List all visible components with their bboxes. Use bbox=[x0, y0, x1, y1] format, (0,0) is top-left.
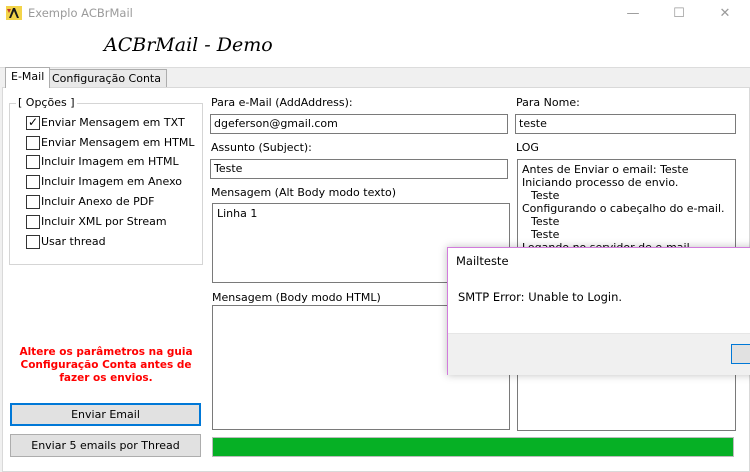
log-line: Teste bbox=[531, 189, 560, 202]
dialog-title: Mailteste bbox=[456, 254, 509, 268]
checkbox-box[interactable] bbox=[26, 175, 40, 189]
subject-label: Assunto (Subject): bbox=[211, 141, 312, 154]
subject-input[interactable]: Teste bbox=[210, 159, 508, 179]
send-email-button[interactable]: Enviar Email bbox=[10, 403, 201, 426]
dialog-footer bbox=[448, 333, 750, 375]
log-line: Antes de Enviar o email: Teste bbox=[522, 163, 689, 176]
checkbox-label: Usar thread bbox=[41, 235, 106, 248]
tab-email[interactable]: E-Mail bbox=[5, 67, 51, 88]
minimize-icon[interactable]: — bbox=[610, 0, 656, 27]
dialog-ok-button[interactable] bbox=[731, 344, 750, 364]
checkbox-box[interactable] bbox=[26, 136, 40, 150]
checkbox-box[interactable] bbox=[26, 195, 40, 209]
checkbox-box[interactable] bbox=[26, 215, 40, 229]
to-email-label: Para e-Mail (AddAddress): bbox=[211, 96, 353, 109]
checkbox-box[interactable]: ✓ bbox=[26, 115, 40, 130]
to-name-label: Para Nome: bbox=[516, 96, 580, 109]
alt-body-text: Linha 1 bbox=[217, 207, 258, 220]
log-line: Configurando o cabeçalho do e-mail. bbox=[522, 202, 725, 215]
checkbox-label: Incluir XML por Stream bbox=[41, 215, 167, 228]
alt-body-label: Mensagem (Alt Body modo texto) bbox=[211, 186, 396, 199]
checkbox-label: Incluir Imagem em HTML bbox=[41, 155, 179, 168]
config-warning-text: Altere os parâmetros na guia Configuraçã… bbox=[19, 346, 193, 384]
checkbox-label: Enviar Mensagem em TXT bbox=[41, 116, 185, 129]
page-title: ACBrMail - Demo bbox=[104, 34, 273, 56]
html-body-label: Mensagem (Body modo HTML) bbox=[212, 291, 381, 304]
log-line: Teste bbox=[531, 228, 560, 241]
checkbox-label: Incluir Imagem em Anexo bbox=[41, 175, 182, 188]
log-label: LOG bbox=[516, 141, 539, 154]
send-thread-button[interactable]: Enviar 5 emails por Thread bbox=[10, 434, 201, 457]
checkbox-box[interactable] bbox=[26, 235, 40, 249]
window-title: Exemplo ACBrMail bbox=[28, 6, 133, 20]
app-icon bbox=[6, 6, 22, 20]
checkmark-icon: ✓ bbox=[28, 115, 39, 129]
log-line: Iniciando processo de envio. bbox=[522, 176, 679, 189]
tab-configuracao-conta[interactable]: Configuração Conta bbox=[46, 69, 167, 88]
checkbox-label: Enviar Mensagem em HTML bbox=[41, 136, 195, 149]
progress-bar bbox=[212, 437, 734, 457]
close-icon[interactable]: ✕ bbox=[702, 0, 748, 27]
dialog-message: SMTP Error: Unable to Login. bbox=[458, 290, 623, 304]
to-name-input[interactable]: teste bbox=[515, 114, 736, 134]
to-email-input[interactable]: dgeferson@gmail.com bbox=[210, 114, 508, 134]
options-legend: [ Opções ] bbox=[16, 96, 77, 109]
progress-fill bbox=[213, 438, 733, 456]
checkbox-label: Incluir Anexo de PDF bbox=[41, 195, 155, 208]
error-dialog: Mailteste SMTP Error: Unable to Login. bbox=[447, 247, 750, 375]
log-line: Teste bbox=[531, 215, 560, 228]
checkbox-box[interactable] bbox=[26, 155, 40, 169]
maximize-icon[interactable]: ☐ bbox=[656, 0, 702, 27]
